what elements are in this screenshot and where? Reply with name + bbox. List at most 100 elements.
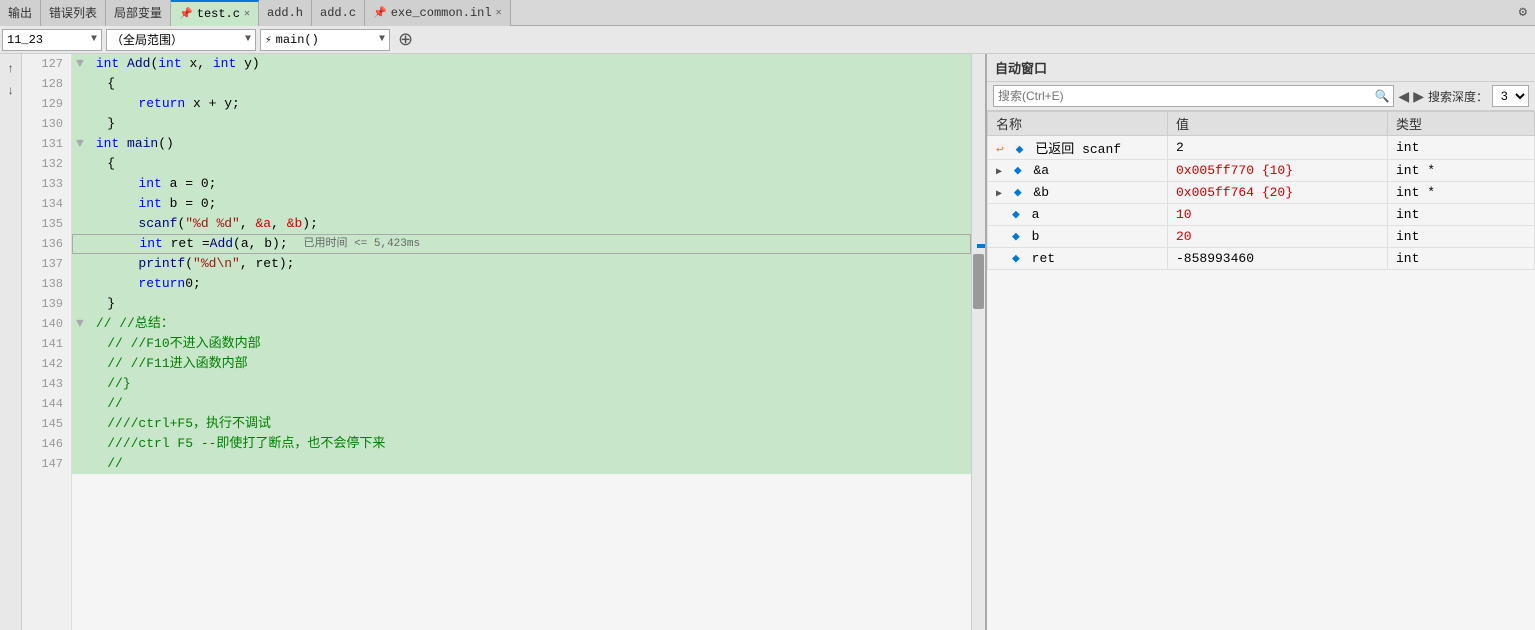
line-numbers: 127 128 129 130 131 132 133 134 135 136 … <box>22 54 72 630</box>
code-line-130: } <box>72 114 971 134</box>
var-value-b-ptr: 0x005ff764 {20} <box>1168 182 1388 204</box>
var-name-a-ptr: ▶ ◆ &a <box>988 160 1168 182</box>
line-number-127: 127 <box>30 54 63 74</box>
code-line-129: return x + y; <box>72 94 971 114</box>
var-table: 名称 值 类型 ↩ ◆ 已返回 scanf 2 <box>987 111 1535 270</box>
sidebar-up-icon[interactable]: ↑ <box>7 58 14 80</box>
var-name-ret: ◆ ret <box>988 248 1168 270</box>
code-line-143: //} <box>72 374 971 394</box>
line-number-147: 147 <box>30 454 63 474</box>
function-value: main() <box>276 33 319 47</box>
scrollbar-mark-1 <box>977 244 985 248</box>
line-number-130: 130 <box>30 114 63 134</box>
var-name-ret-label: ret <box>1032 251 1055 266</box>
var-type-b-ptr: int * <box>1388 182 1535 204</box>
toolbar: 11_23 ▼ （全局范围） ▼ ⚡ main() ▼ ⊕ <box>0 26 1535 54</box>
code-line-138: return 0; <box>72 274 971 294</box>
line-number-133: 133 <box>30 174 63 194</box>
location-value: 11_23 <box>7 33 43 47</box>
tab-add-h[interactable]: add.h <box>259 0 312 26</box>
returned-icon: ↩ <box>996 142 1004 157</box>
search-icon: 🔍 <box>1374 89 1389 104</box>
vertical-scrollbar[interactable] <box>971 54 985 630</box>
code-line-144: // <box>72 394 971 414</box>
tab-settings-icon[interactable]: ⚙ <box>1511 4 1535 21</box>
var-type-a: int <box>1388 204 1535 226</box>
var-value-b-text: 20 <box>1176 229 1192 244</box>
var-diamond-icon-a: ◆ <box>1014 163 1022 178</box>
var-name-a: ◆ a <box>988 204 1168 226</box>
code-line-140: ▼// //总结： <box>72 314 971 334</box>
line-number-136: 136 <box>30 234 63 254</box>
var-type-a-ptr: int * <box>1388 160 1535 182</box>
var-type-b: int <box>1388 226 1535 248</box>
var-value-a-ptr-text: 0x005ff770 {10} <box>1176 163 1293 178</box>
tab-exe-common[interactable]: 📌 exe_common.inl ✕ <box>365 0 511 26</box>
var-name-scanf-label: 已返回 scanf <box>1035 142 1121 157</box>
sidebar-down-icon[interactable]: ↓ <box>7 80 14 102</box>
table-row: ▶ ◆ &b 0x005ff764 {20} int * <box>988 182 1535 204</box>
var-name-b-ptr: ▶ ◆ &b <box>988 182 1168 204</box>
tab-error-list-label: 错误列表 <box>49 4 97 21</box>
col-name: 名称 <box>988 112 1168 136</box>
expand-icon-a[interactable]: ▶ <box>996 167 1002 178</box>
expand-button[interactable]: ⊕ <box>392 27 419 52</box>
line-number-139: 139 <box>30 294 63 314</box>
line-number-137: 137 <box>30 254 63 274</box>
var-diamond-icon-av: ◆ <box>1012 207 1020 222</box>
code-line-131: ▼ int main() <box>72 134 971 154</box>
scope-value: （全局范围） <box>111 31 183 48</box>
code-editor[interactable]: 127 128 129 130 131 132 133 134 135 136 … <box>22 54 971 630</box>
depth-select[interactable]: 3 1 2 4 5 <box>1492 85 1529 107</box>
line-number-142: 142 <box>30 354 63 374</box>
main-layout: ↑ ↓ 127 128 129 130 131 132 133 134 135 … <box>0 54 1535 630</box>
scrollbar-thumb[interactable] <box>973 254 984 309</box>
auto-window: 自动窗口 🔍 ◀ ▶ 搜索深度： 3 1 2 4 5 <box>985 54 1535 630</box>
var-type-ret: int <box>1388 248 1535 270</box>
code-line-136: ➡ int ret = Add(a, b); 已用时间 <= 5,423ms <box>72 234 971 254</box>
search-input-wrapper[interactable]: 🔍 <box>993 85 1394 107</box>
editor-container: 127 128 129 130 131 132 133 134 135 136 … <box>22 54 985 630</box>
var-name-scanf: ↩ ◆ 已返回 scanf <box>988 136 1168 160</box>
line-number-138: 138 <box>30 274 63 294</box>
line-number-145: 145 <box>30 414 63 434</box>
table-row: ◆ b 20 int <box>988 226 1535 248</box>
var-value-b: 20 <box>1168 226 1388 248</box>
var-value-scanf: 2 <box>1168 136 1388 160</box>
left-sidebar: ↑ ↓ <box>0 54 22 630</box>
table-row: ◆ ret -858993460 int <box>988 248 1535 270</box>
var-diamond-icon-bv: ◆ <box>1012 229 1020 244</box>
tab-test-c[interactable]: 📌 test.c ✕ <box>171 0 259 26</box>
auto-window-header: 自动窗口 <box>987 54 1535 82</box>
line-number-141: 141 <box>30 334 63 354</box>
line-number-128: 128 <box>30 74 63 94</box>
table-row: ◆ a 10 int <box>988 204 1535 226</box>
code-line-147: // <box>72 454 971 474</box>
var-type-scanf: int <box>1388 136 1535 160</box>
line-number-140: 140 <box>30 314 63 334</box>
depth-label: 搜索深度： <box>1428 88 1488 105</box>
search-prev-button[interactable]: ◀ <box>1398 88 1409 105</box>
code-lines[interactable]: ▼ int Add(int x, int y) { return x + y; … <box>72 54 971 630</box>
col-type: 类型 <box>1388 112 1535 136</box>
tab-output[interactable]: 输出 <box>0 0 41 26</box>
tab-locals[interactable]: 局部变量 <box>106 0 171 26</box>
auto-window-title: 自动窗口 <box>995 62 1047 77</box>
expand-icon-b[interactable]: ▶ <box>996 189 1002 200</box>
code-line-145: ////ctrl+F5，执行不调试 <box>72 414 971 434</box>
tab-add-c[interactable]: add.c <box>312 0 365 26</box>
search-next-button[interactable]: ▶ <box>1413 88 1424 105</box>
code-line-128: { <box>72 74 971 94</box>
var-name-b-ptr-label: &b <box>1033 185 1049 200</box>
tab-exe-common-close[interactable]: ✕ <box>496 7 502 19</box>
var-value-ret-text: -858993460 <box>1176 251 1254 266</box>
tab-bar: 输出 错误列表 局部变量 📌 test.c ✕ add.h add.c 📌 ex… <box>0 0 1535 26</box>
tab-error-list[interactable]: 错误列表 <box>41 0 106 26</box>
search-input[interactable] <box>998 89 1374 103</box>
var-value-a: 10 <box>1168 204 1388 226</box>
code-line-141: // //F10不进入函数内部 <box>72 334 971 354</box>
code-line-132: { <box>72 154 971 174</box>
code-line-127: ▼ int Add(int x, int y) <box>72 54 971 74</box>
tab-test-c-close[interactable]: ✕ <box>244 8 250 20</box>
var-name-a-ptr-label: &a <box>1033 163 1049 178</box>
